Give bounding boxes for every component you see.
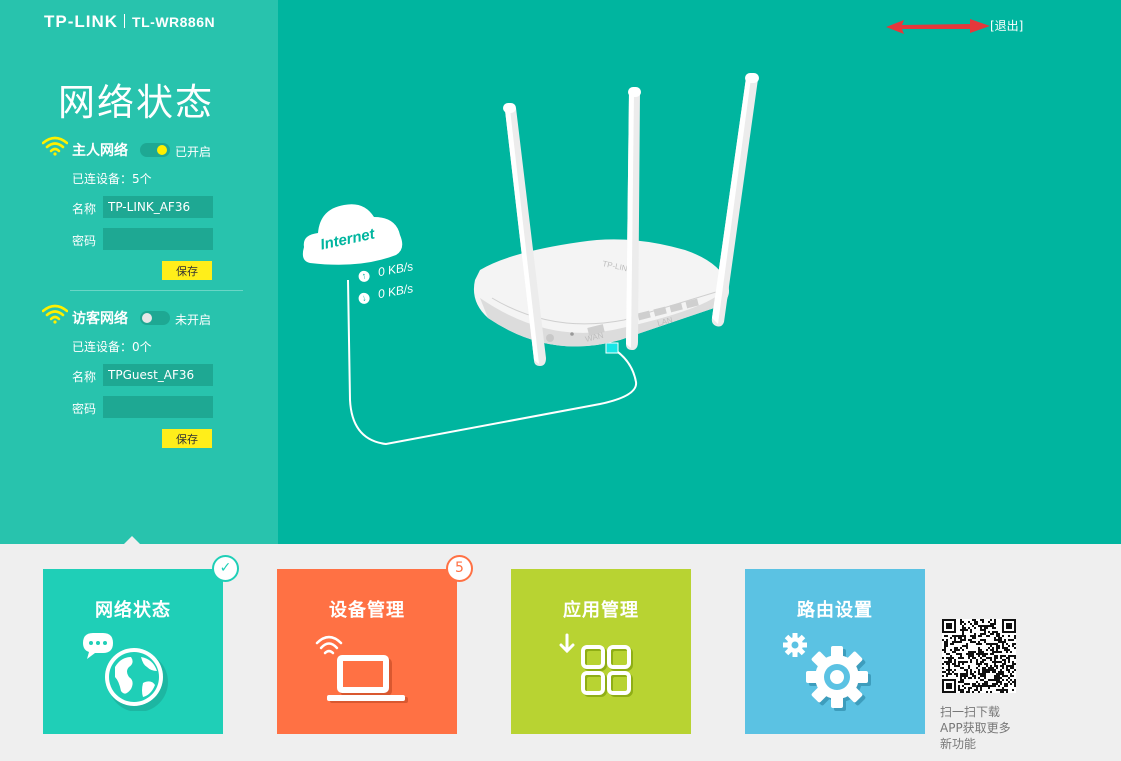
- logout-link[interactable]: [退出]: [990, 17, 1023, 34]
- apps-grid-icon: [559, 633, 633, 697]
- tile-router-settings[interactable]: 路由设置: [745, 569, 925, 734]
- guest-network-password-label: 密码: [72, 402, 97, 416]
- qr-caption-line: APP获取更多: [940, 721, 1011, 735]
- main-network-password-label: 密码: [72, 234, 97, 248]
- active-check-icon: ✓: [212, 555, 239, 582]
- section-divider: [70, 290, 243, 291]
- guest-network-toggle[interactable]: [140, 311, 170, 325]
- page-title: 网络状态: [58, 81, 214, 124]
- qr-caption-line: 新功能: [940, 737, 977, 751]
- guest-network-status: 未开启: [175, 313, 212, 327]
- qr-caption: 扫一扫下载 APP获取更多 新功能: [940, 704, 1030, 752]
- main-network-status: 已开启: [175, 145, 212, 159]
- model-name: TL-WR886N: [132, 14, 216, 30]
- main-network-toggle[interactable]: [140, 143, 170, 157]
- tile-device-management[interactable]: 设备管理 5: [277, 555, 473, 734]
- globe-icon: [83, 633, 168, 711]
- main-network-save-button[interactable]: 保存: [162, 261, 212, 280]
- annotation-arrow-icon: [886, 19, 990, 34]
- gear-icon: [783, 633, 871, 711]
- tile-app-management-label: 应用管理: [563, 600, 639, 621]
- toggle-knob: [157, 145, 167, 155]
- guest-network-title: 访客网络: [72, 311, 128, 327]
- qr-caption-line: 扫一扫下载: [940, 705, 1001, 719]
- tile-app-management[interactable]: 应用管理: [511, 569, 691, 734]
- main-network-section: 主人网络 已开启 已连设备：5个 名称 密码 保存: [42, 136, 262, 280]
- tile-network-status[interactable]: 网络状态 ✓: [43, 555, 239, 734]
- main-network-header: 主人网络 已开启: [42, 136, 262, 160]
- device-count-badge: 5: [446, 555, 473, 582]
- wifi-icon: [42, 304, 68, 324]
- active-tab-pointer: [123, 536, 141, 545]
- guest-network-name-input[interactable]: [103, 364, 213, 386]
- brand-logo: TP-LINK TL-WR886N: [44, 12, 215, 32]
- logo-separator: [124, 14, 126, 28]
- guest-network-name-label: 名称: [72, 370, 97, 384]
- status-panel: TP-LINK TL-WR886N 网络状态 主人网络 已开启 已连设备：5个 名…: [0, 0, 1121, 545]
- guest-network-save-button[interactable]: 保存: [162, 429, 212, 448]
- guest-network-password-input[interactable]: [103, 396, 213, 418]
- brand-name: TP-LINK: [44, 12, 119, 31]
- toggle-knob: [142, 313, 152, 323]
- router-icon: TP-LINK WAN LAN: [347, 73, 759, 446]
- wifi-icon: [42, 136, 68, 156]
- main-network-name-label: 名称: [72, 202, 97, 216]
- guest-network-devices: 已连设备：0个: [72, 340, 152, 354]
- tile-device-management-label: 设备管理: [329, 600, 405, 621]
- main-network-name-input[interactable]: [103, 196, 213, 218]
- main-network-password-input[interactable]: [103, 228, 213, 250]
- tile-router-settings-label: 路由设置: [797, 600, 873, 621]
- guest-network-section: 访客网络 未开启 已连设备：0个 名称 密码 保存: [42, 304, 262, 448]
- main-network-devices: 已连设备：5个: [72, 172, 152, 186]
- qr-code-icon[interactable]: [942, 619, 1016, 693]
- guest-network-header: 访客网络 未开启: [42, 304, 262, 328]
- tile-network-status-label: 网络状态: [95, 600, 171, 621]
- main-network-title: 主人网络: [72, 143, 128, 159]
- laptop-icon: [315, 635, 408, 703]
- sidebar: TP-LINK TL-WR886N 网络状态 主人网络 已开启 已连设备：5个 名…: [0, 0, 278, 545]
